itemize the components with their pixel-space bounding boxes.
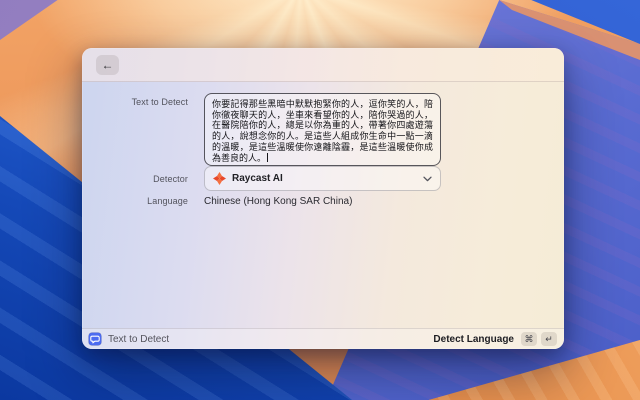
command-name: Text to Detect (108, 334, 169, 345)
back-arrow-icon: ← (102, 58, 114, 72)
detector-row: Detector Raycast AI (82, 166, 564, 191)
detect-language-label: Detect Language (433, 334, 514, 345)
raycast-ai-sparkle-icon (213, 172, 226, 185)
command-key-icon: ⌘ (521, 332, 537, 346)
return-key-icon: ↵ (541, 332, 557, 346)
language-row: Language Chinese (Hong Kong SAR China) (82, 191, 564, 209)
text-caret (267, 153, 268, 162)
text-to-detect-value: 你要記得那些黑暗中默默抱緊你的人，逗你笑的人，陪你徹夜聊天的人，坐車來看望你的人… (212, 99, 433, 163)
text-to-detect-row: Text to Detect 你要記得那些黑暗中默默抱緊你的人，逗你笑的人，陪你… (82, 93, 564, 166)
detector-label: Detector (82, 174, 188, 184)
chat-bubble-icon (88, 332, 102, 346)
text-to-detect-input[interactable]: 你要記得那些黑暗中默默抱緊你的人，逗你笑的人，陪你徹夜聊天的人，坐車來看望你的人… (204, 93, 441, 166)
chevron-down-icon (423, 176, 432, 182)
back-button[interactable]: ← (96, 55, 119, 75)
command-info: Text to Detect (88, 332, 433, 346)
window-footer: Text to Detect Detect Language ⌘ ↵ (82, 328, 564, 349)
language-value: Chinese (Hong Kong SAR China) (204, 196, 352, 207)
raycast-window: ← Text to Detect 你要記得那些黑暗中默默抱緊你的人，逗你笑的人，… (82, 48, 564, 349)
detector-dropdown[interactable]: Raycast AI (204, 166, 441, 191)
text-to-detect-label: Text to Detect (82, 93, 188, 166)
form: Text to Detect 你要記得那些黑暗中默默抱緊你的人，逗你笑的人，陪你… (82, 82, 564, 209)
language-label: Language (82, 196, 188, 206)
screen: ← Text to Detect 你要記得那些黑暗中默默抱緊你的人，逗你笑的人，… (0, 0, 640, 400)
window-header: ← (82, 48, 564, 82)
detect-language-button[interactable]: Detect Language ⌘ ↵ (433, 332, 557, 346)
detector-value: Raycast AI (232, 173, 417, 184)
